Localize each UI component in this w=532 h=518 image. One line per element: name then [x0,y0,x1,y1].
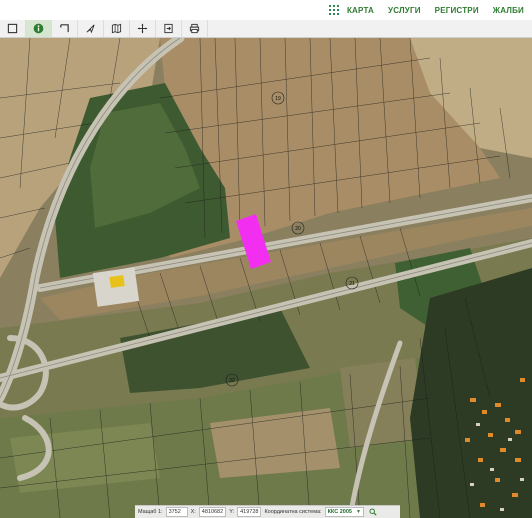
top-navigation: КАРТА УСЛУГИ РЕГИСТРИ ЖАЛБИ [0,0,532,20]
print-tool[interactable] [182,20,208,37]
parcel-label-22: 22 [229,378,235,384]
chevron-down-icon: ▼ [355,509,361,515]
search-icon [369,508,377,516]
parcel-label-20: 20 [295,226,301,232]
measure-angle-icon [60,24,69,33]
rectangle-select-icon [7,23,18,34]
map-book-tool[interactable] [104,20,130,37]
y-coordinate-field: 419728 [237,507,262,517]
nav-registers-link[interactable]: РЕГИСТРИ [435,6,479,15]
scale-label: Мащаб 1: [138,509,163,515]
satellite-map[interactable]: 19 20 21 22 [0,38,532,518]
print-icon [189,23,200,34]
pointer-icon [86,24,95,34]
map-book-icon [111,23,122,34]
nav-complaints-link[interactable]: ЖАЛБИ [493,6,524,15]
y-coordinate-label: Y: [229,509,235,515]
info-tool[interactable] [26,20,52,37]
nav-map-link[interactable]: КАРТА [347,6,374,15]
crs-value: ККС 2005 [327,509,352,515]
rectangle-select-tool[interactable] [0,20,26,37]
crs-label: Координатна система: [264,509,322,515]
map-toolbar [0,20,532,38]
x-coordinate-label: X: [190,509,196,515]
map-view[interactable]: 19 20 21 22 [0,38,532,518]
scale-field[interactable]: 3752 [165,507,188,517]
crs-select[interactable]: ККС 2005 ▼ [324,507,364,517]
parcel-label-21: 21 [349,281,355,287]
apps-grid-icon[interactable] [328,5,339,15]
pointer-tool[interactable] [78,20,104,37]
move-tool[interactable] [130,20,156,37]
nav-services-link[interactable]: УСЛУГИ [388,6,421,15]
x-coordinate-field: 4810682 [198,507,227,517]
move-icon [137,23,148,34]
search-button[interactable] [367,508,379,517]
info-icon [33,23,44,34]
export-tool[interactable] [156,20,182,37]
parcel-label-19: 19 [275,96,281,102]
export-icon [164,23,173,34]
measure-tool[interactable] [52,20,78,37]
map-status-bar: Мащаб 1: 3752 X: 4810682 Y: 419728 Коорд… [135,505,400,518]
